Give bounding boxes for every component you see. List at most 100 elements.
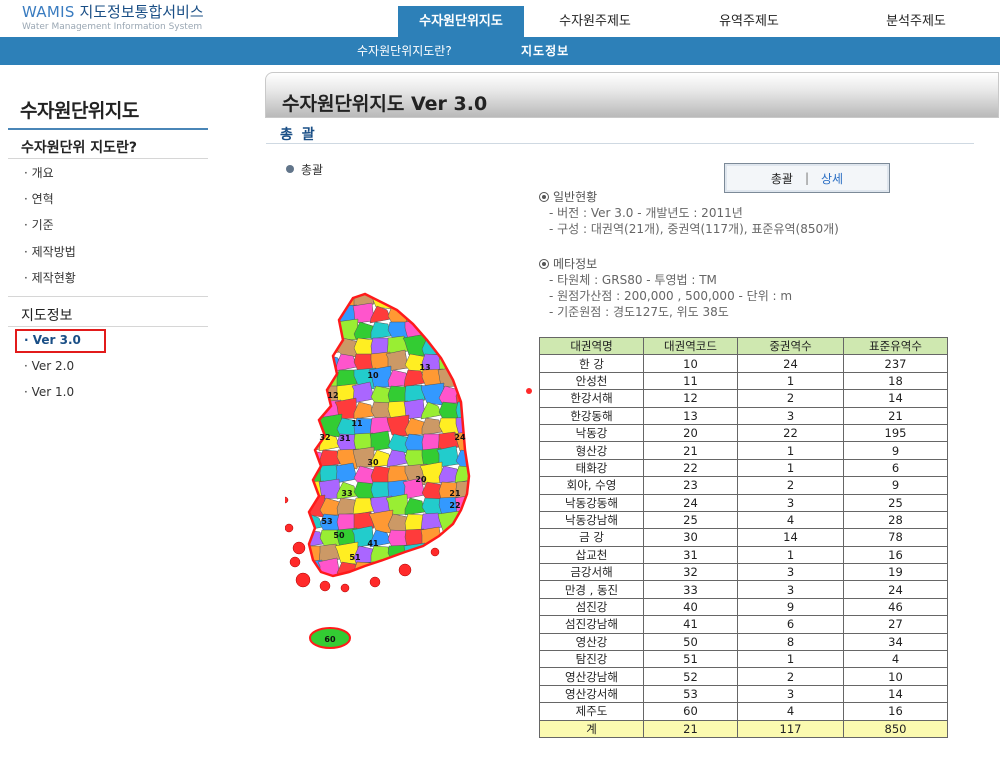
map-basin[interactable] xyxy=(387,290,409,308)
map-basin[interactable] xyxy=(303,369,325,389)
map-basin[interactable] xyxy=(421,303,443,324)
map-basin[interactable] xyxy=(421,561,443,579)
table-cell: 6 xyxy=(843,458,948,478)
sidebar-item-overview[interactable]: · 개요 xyxy=(24,164,54,181)
table-cell: 14 xyxy=(843,389,948,408)
map-basin[interactable] xyxy=(301,290,324,308)
map-basin[interactable] xyxy=(438,337,460,356)
map-basin[interactable] xyxy=(438,575,460,595)
sidebar-item-method[interactable]: · 제작방법 xyxy=(24,243,76,260)
toggle-detail-button[interactable]: 상세 xyxy=(821,170,843,187)
sub-menu-about[interactable]: 수자원단위지도란? xyxy=(357,37,452,65)
sidebar-item-ver-1-0[interactable]: · Ver 1.0 xyxy=(24,385,74,399)
map-basin[interactable] xyxy=(455,513,476,532)
table-cell: 22 xyxy=(643,458,738,478)
map-basin[interactable] xyxy=(438,561,460,579)
table-cell: 영산강 xyxy=(539,632,644,652)
table-cell: 24 xyxy=(737,354,844,373)
map-basin[interactable] xyxy=(318,320,341,340)
sidebar-item-status[interactable]: · 제작현황 xyxy=(24,269,76,286)
column-header: 대권역명 xyxy=(539,336,644,356)
sub-menu-map-info[interactable]: 지도정보 xyxy=(521,37,569,65)
sidebar-item-ver-2-0[interactable]: · Ver 2.0 xyxy=(24,359,74,373)
map-basin[interactable] xyxy=(453,290,476,308)
map-basin[interactable] xyxy=(420,290,443,308)
map-basin[interactable] xyxy=(454,465,476,484)
map-basin[interactable] xyxy=(455,545,477,565)
sub-menu-bar: 수자원단위지도란? 지도정보 xyxy=(0,37,1000,65)
table-row: 섬진강 40 9 46 xyxy=(539,597,948,617)
sidebar-divider xyxy=(8,296,208,297)
table-cell: 25 xyxy=(843,493,948,512)
table-cell: 28 xyxy=(843,510,948,530)
table-cell: 4 xyxy=(737,702,844,721)
map-basin[interactable] xyxy=(455,336,478,358)
map-basin[interactable] xyxy=(404,290,426,308)
map-basin[interactable] xyxy=(302,401,324,420)
tab-summary[interactable]: 총 괄 xyxy=(280,124,317,144)
map-basin[interactable] xyxy=(455,401,476,420)
table-row: 낙동강동해 24 3 25 xyxy=(539,493,948,512)
map-basin[interactable] xyxy=(387,305,410,325)
table-cell: 4 xyxy=(843,650,948,669)
map-basin[interactable] xyxy=(422,578,442,595)
table-row: 탐진강 51 1 4 xyxy=(539,650,948,669)
map-basin[interactable] xyxy=(303,321,324,340)
map-basin[interactable] xyxy=(405,578,427,597)
table-cell: 10 xyxy=(843,667,948,686)
table-cell: 33 xyxy=(643,580,738,599)
main-menu-water-resource-thematic-map[interactable]: 수자원주제도 xyxy=(524,6,666,38)
table-cell: 10 xyxy=(643,354,738,373)
map-basin[interactable] xyxy=(437,545,460,564)
map-basin[interactable] xyxy=(436,301,462,326)
page-title-bar: 수자원단위지도 Ver 3.0 xyxy=(265,72,999,118)
general-info-heading-text: 일반현황 xyxy=(553,190,598,204)
map-basin[interactable] xyxy=(319,290,342,309)
main-menu-basin-thematic-map[interactable]: 유역주제도 xyxy=(666,6,832,38)
table-cell: 60 xyxy=(643,702,738,721)
table-cell: 1 xyxy=(737,545,844,565)
map-basin[interactable] xyxy=(455,305,476,324)
table-cell: 25 xyxy=(643,510,738,530)
map-basin[interactable] xyxy=(386,414,410,437)
table-total-cell: 117 xyxy=(737,719,844,738)
map-basin[interactable] xyxy=(438,290,461,309)
sidebar-section-map-info[interactable]: 지도정보 xyxy=(21,305,73,325)
map-basin[interactable] xyxy=(437,321,460,340)
main-menu-water-resource-unit-map[interactable]: 수자원단위지도 xyxy=(398,6,524,38)
map-basin-code-label: 22 xyxy=(449,501,460,510)
map-basin[interactable] xyxy=(455,559,478,581)
map-basin[interactable] xyxy=(455,369,476,388)
table-total-row: 계 21 117 850 xyxy=(539,719,948,738)
sidebar-item-history[interactable]: · 연혁 xyxy=(24,190,54,207)
map-basin[interactable] xyxy=(455,529,476,548)
map-basin[interactable] xyxy=(303,336,324,356)
map-basin[interactable] xyxy=(302,350,324,372)
table-cell: 8 xyxy=(737,632,844,652)
table-row: 한강서해 12 2 14 xyxy=(539,389,948,408)
target-circle-icon xyxy=(539,259,549,269)
sidebar-item-criteria[interactable]: · 기준 xyxy=(24,216,54,233)
map-basin[interactable] xyxy=(454,350,476,372)
tab-divider xyxy=(266,143,974,144)
map-basin[interactable] xyxy=(388,578,408,595)
map-basin[interactable] xyxy=(303,305,324,324)
toggle-summary-button[interactable]: 총괄 xyxy=(771,170,793,187)
table-cell: 237 xyxy=(843,354,948,373)
sidebar-section-about[interactable]: 수자원단위 지도란? xyxy=(21,137,137,157)
map-basin[interactable] xyxy=(453,573,476,595)
table-cell: 41 xyxy=(643,615,738,634)
logo[interactable]: WAMIS 지도정보통합서비스 Water Management Informa… xyxy=(22,1,204,32)
map-basin[interactable] xyxy=(319,449,341,468)
table-cell: 24 xyxy=(843,580,948,599)
main-menu-analysis-thematic-map[interactable]: 분석주제도 xyxy=(832,6,1000,38)
map-basin[interactable] xyxy=(402,333,427,357)
map-basin[interactable] xyxy=(420,382,445,406)
map-basin[interactable] xyxy=(455,321,477,341)
table-row: 만경 , 동진 33 3 24 xyxy=(539,580,948,599)
table-cell: 1 xyxy=(737,650,844,669)
map-basin[interactable] xyxy=(303,385,326,406)
table-cell: 섬진강 xyxy=(539,597,644,617)
general-info-line: - 구성 : 대권역(21개), 중권역(117개), 표준유역(850개) xyxy=(549,222,839,236)
basin-table: 대권역명 대권역코드 중권역수 표준유역수 한 강 10 24 237 안성천 11 1 18… xyxy=(539,336,948,738)
